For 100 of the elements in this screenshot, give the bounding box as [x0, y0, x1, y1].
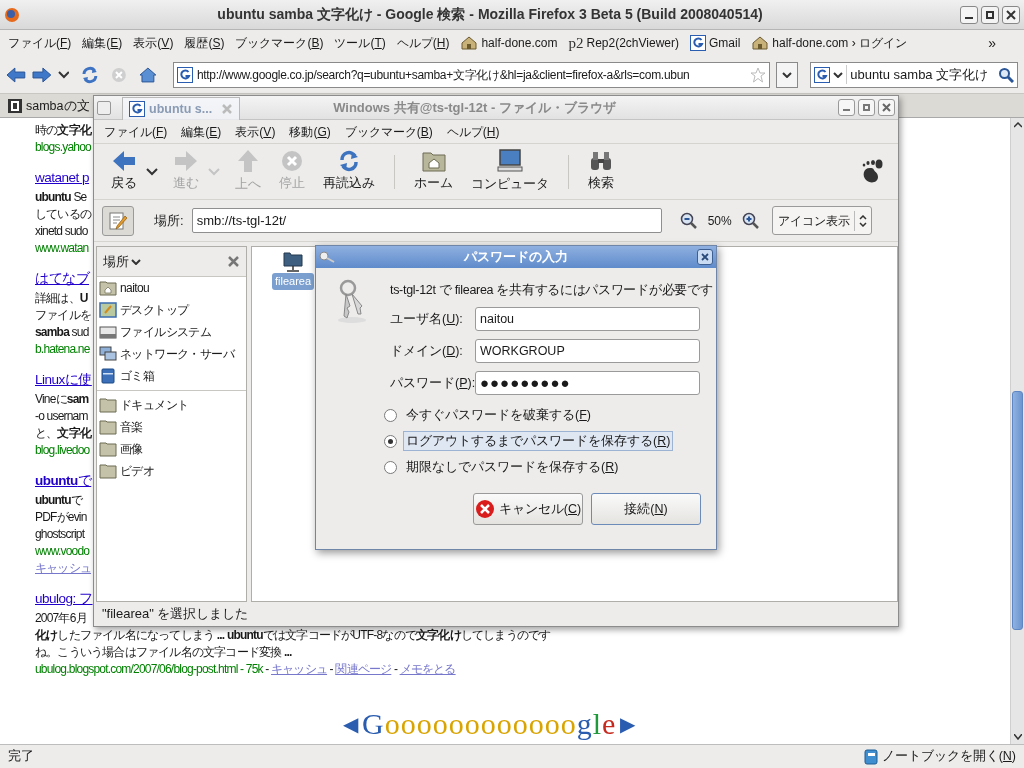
scrollbar-thumb[interactable]: [1012, 391, 1023, 630]
notebook-icon: [863, 748, 878, 765]
maximize-button[interactable]: [981, 5, 999, 24]
view-mode-dropdown[interactable]: アイコン表示: [771, 206, 872, 235]
result-snippet: ubuntu Se: [35, 188, 87, 206]
menu-item[interactable]: ツール(T): [334, 34, 386, 52]
cache-link[interactable]: 関連ページ: [335, 659, 392, 678]
zoom-in-icon[interactable]: [741, 211, 760, 230]
password-field[interactable]: ●●●●●●●●●: [475, 371, 700, 395]
sidebar-mode-dropdown[interactable]: 場所: [103, 251, 141, 272]
menu-item[interactable]: ヘルプ(H): [396, 34, 450, 52]
result-title-link[interactable]: Linuxに使: [35, 369, 92, 391]
toolbar-button[interactable]: 戻る: [102, 146, 146, 197]
zoom-level: 50%: [707, 212, 732, 230]
sidebar-item[interactable]: ファイルシステム: [97, 321, 246, 343]
location-field[interactable]: smb://ts-tgl-12t/: [191, 208, 662, 233]
text-field[interactable]: naitou: [475, 307, 700, 331]
close-button[interactable]: [1002, 5, 1020, 24]
sidebar-item[interactable]: デスクトップ: [97, 299, 246, 321]
separator-text: -: [264, 660, 270, 678]
result-url: blogs.yahoo: [35, 138, 91, 156]
result-snippet: しているの: [35, 205, 91, 223]
sidebar-item[interactable]: ドキュメント: [97, 394, 246, 416]
back-arrow-icon: [112, 150, 136, 173]
close-button[interactable]: [878, 99, 895, 116]
note-pencil-icon: [108, 210, 128, 231]
menu-item[interactable]: 移動(G): [289, 122, 331, 141]
folder-icon: [99, 441, 117, 457]
cache-link[interactable]: メモをとる: [399, 659, 456, 678]
close-icon[interactable]: [227, 255, 240, 268]
bookmark-item[interactable]: Gmail: [689, 34, 741, 52]
menu-item[interactable]: 編集(E): [181, 122, 222, 141]
toolbar-button[interactable]: コンピュータ: [462, 146, 558, 197]
sidebar-item[interactable]: 音楽: [97, 416, 246, 438]
back-icon[interactable]: [6, 65, 26, 84]
menu-item[interactable]: 編集(E): [82, 34, 123, 52]
forward-icon[interactable]: [31, 65, 52, 84]
radio-button[interactable]: [384, 434, 397, 448]
toolbar-button[interactable]: 検索: [579, 146, 623, 197]
next-page-link[interactable]: ▶: [620, 709, 636, 739]
dialog-button[interactable]: キャンセル(C): [473, 493, 583, 525]
result-snippet: -o usernam: [35, 407, 88, 425]
result-snippet: と、文字化: [35, 424, 91, 442]
result-title-link[interactable]: ubulog: フ: [35, 588, 93, 610]
search-icon[interactable]: [998, 66, 1014, 83]
previous-page-link[interactable]: ◀: [343, 709, 358, 739]
star-icon[interactable]: [750, 66, 767, 83]
separator-text: -: [328, 660, 334, 678]
radio-button[interactable]: [384, 460, 397, 474]
caret-icon: [131, 258, 141, 265]
edit-location-button[interactable]: [102, 205, 134, 236]
dialog-button[interactable]: 接続(N): [591, 493, 701, 525]
home-icon[interactable]: [139, 66, 157, 83]
radio-button[interactable]: [384, 408, 397, 422]
sidebar-item[interactable]: ビデオ: [97, 460, 246, 482]
house-icon: [751, 36, 770, 50]
cache-link[interactable]: キャッシュ: [271, 659, 328, 678]
dropdown-caret-icon[interactable]: [146, 167, 158, 176]
scrollbar[interactable]: [1010, 118, 1024, 744]
zoom-out-icon[interactable]: [679, 211, 698, 230]
menu-item[interactable]: 表示(V): [235, 122, 276, 141]
sidebar-item[interactable]: ネットワーク・サーバ: [97, 343, 246, 365]
result-title-link[interactable]: はてなブ: [35, 268, 89, 290]
menu-item[interactable]: 表示(V): [133, 34, 174, 52]
history-dropdown-icon[interactable]: [57, 70, 70, 79]
bookmark-item[interactable]: half-done.com: [460, 34, 558, 52]
sidebar-item[interactable]: ゴミ箱: [97, 365, 246, 387]
result-snippet: samba sud: [35, 323, 89, 341]
radio-label[interactable]: 期限なしでパスワードを保存する(R): [403, 457, 622, 477]
minimize-button[interactable]: [960, 5, 978, 24]
reload-icon[interactable]: [81, 65, 100, 84]
radio-label[interactable]: ログアウトするまでパスワードを保存する(R): [403, 431, 674, 451]
result-title-link[interactable]: ubuntuで: [35, 470, 92, 492]
sidebar-item[interactable]: 画像: [97, 438, 246, 460]
status-text: 完了: [8, 748, 34, 766]
menu-item[interactable]: ファイル(F): [104, 122, 168, 141]
sidebar-item[interactable]: naitou: [97, 277, 246, 299]
address-field[interactable]: http://www.google.co.jp/search?q=ubuntu+samba+文字化け&hl=ja&client=firefox-a&rls=com.ubun: [172, 61, 771, 88]
menu-item[interactable]: ヘルプ(H): [446, 122, 500, 141]
menu-item[interactable]: ブックマーク(B): [235, 34, 324, 52]
search-field[interactable]: ubuntu samba 文字化け: [810, 61, 1018, 88]
toolbar-button[interactable]: ホーム: [405, 146, 462, 197]
text-field[interactable]: WORKGROUP: [475, 339, 700, 363]
address-dropdown-button[interactable]: [776, 61, 799, 88]
bookmark-item[interactable]: p2 Rep2(2chViewer): [568, 34, 679, 52]
notebook-button[interactable]: ノートブックを開く(N): [863, 747, 1016, 766]
network-folder-icon[interactable]: [282, 251, 304, 273]
cache-link[interactable]: キャッシュ: [35, 558, 91, 577]
menu-item[interactable]: ファイル(F): [8, 34, 72, 52]
toolbar-button[interactable]: 再読込み: [314, 146, 384, 197]
radio-label[interactable]: 今すぐパスワードを破棄する(F): [403, 405, 594, 425]
field-label: ドメイン(D):: [390, 343, 463, 358]
menu-item[interactable]: ブックマーク(B): [344, 122, 433, 141]
bookmark-item[interactable]: half-done.com › ログイン: [751, 34, 908, 52]
close-icon: [882, 103, 891, 112]
overflow-chevron[interactable]: »: [988, 32, 996, 54]
home-folder-icon: [99, 280, 117, 296]
close-button[interactable]: [697, 249, 713, 265]
result-title-link[interactable]: watanet p: [35, 167, 90, 189]
menu-item[interactable]: 履歴(S): [184, 34, 225, 52]
